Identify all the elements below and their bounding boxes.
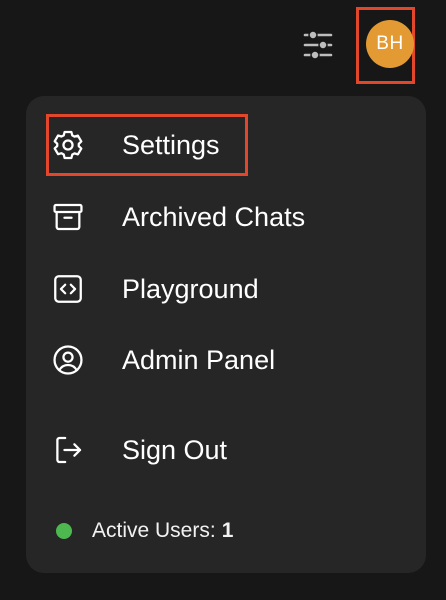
avatar-initials: BH xyxy=(376,33,404,54)
active-users-indicator: Active Users: 1 xyxy=(56,519,233,543)
app-screen: BH Settings Archived Chats Playground Ad… xyxy=(0,0,446,600)
menu-item-settings[interactable]: Settings xyxy=(48,122,408,168)
menu-item-label: Settings xyxy=(122,129,220,160)
archive-box-icon xyxy=(48,197,88,237)
menu-item-label: Sign Out xyxy=(122,434,228,465)
menu-item-archived-chats[interactable]: Archived Chats xyxy=(48,194,408,240)
active-users-count: 1 xyxy=(221,519,234,542)
menu-item-admin-panel[interactable]: Admin Panel xyxy=(48,337,408,383)
code-brackets-icon xyxy=(48,269,88,309)
user-circle-icon xyxy=(48,340,88,380)
user-avatar-button[interactable]: BH xyxy=(366,20,414,68)
controls-button[interactable] xyxy=(300,28,336,62)
active-users-label: Active Users: xyxy=(92,519,216,542)
user-menu-dropdown: Settings Archived Chats Playground Admin… xyxy=(26,96,426,573)
menu-item-playground[interactable]: Playground xyxy=(48,266,408,312)
sliders-icon xyxy=(303,30,333,60)
menu-item-label: Playground xyxy=(122,273,259,304)
menu-item-sign-out[interactable]: Sign Out xyxy=(48,427,408,473)
menu-item-label: Admin Panel xyxy=(122,344,276,375)
gear-icon xyxy=(48,125,88,165)
sign-out-icon xyxy=(48,430,88,470)
online-status-dot xyxy=(56,523,72,539)
menu-item-label: Archived Chats xyxy=(122,201,306,232)
